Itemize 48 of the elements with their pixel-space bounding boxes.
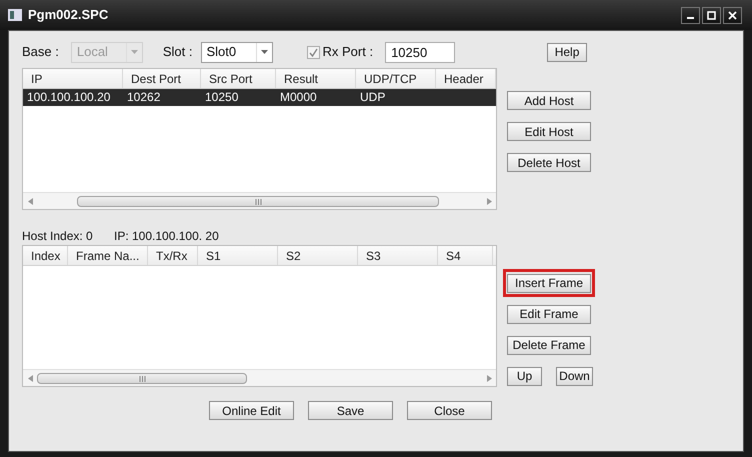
column-header[interactable]: S1 (198, 246, 278, 265)
host-button[interactable]: Delete Host (507, 153, 591, 172)
column-header[interactable]: S2 (278, 246, 358, 265)
base-label: Base : (22, 43, 59, 62)
host-ip-label: IP: 100.100.100. 20 (114, 229, 219, 243)
horizontal-scrollbar[interactable] (23, 192, 496, 209)
horizontal-scrollbar[interactable] (23, 369, 496, 386)
column-header[interactable]: Dest Port (123, 69, 201, 88)
table-row[interactable]: 100.100.100.20 10262 10250 M0000 UDP (23, 89, 496, 106)
frame-button[interactable]: Delete Frame (507, 336, 591, 354)
host-button[interactable]: Add Host (507, 91, 591, 110)
column-header[interactable]: Header (436, 69, 496, 88)
column-header[interactable]: Index (23, 246, 68, 265)
maximize-icon[interactable] (702, 6, 721, 24)
table-cell-text: M0000 (279, 89, 318, 106)
table-cell-text: 10250 (204, 89, 240, 106)
frame-button[interactable]: Insert Frame (507, 274, 591, 292)
rx-port-label: Rx Port : (322, 43, 374, 62)
minimize-icon[interactable] (681, 6, 700, 24)
window-title: Pgm002.SPC (28, 6, 108, 24)
table-cell-text: 100.100.100.20 (26, 89, 112, 106)
footer-button[interactable]: Save (308, 401, 393, 420)
column-header[interactable]: IP (23, 69, 123, 88)
slot-label: Slot : (162, 43, 192, 62)
column-header[interactable]: Src Port (201, 69, 276, 88)
frame-button[interactable]: Edit Frame (507, 304, 591, 324)
footer-button[interactable]: Close (407, 401, 492, 420)
host-index-label: Host Index: 0 (22, 229, 93, 243)
column-header[interactable]: S4 (438, 246, 493, 265)
rx-port-checkbox[interactable] (307, 46, 320, 58)
move-button[interactable]: Up (507, 366, 542, 386)
column-header[interactable]: S3 (358, 246, 438, 265)
column-header[interactable]: UDP/TCP (356, 69, 436, 88)
column-header[interactable]: Frame Na... (68, 246, 148, 265)
scroll-thumb[interactable] (37, 373, 247, 384)
help-button[interactable]: Help (547, 42, 588, 62)
table-cell-text: 10262 (126, 89, 162, 106)
host-button[interactable]: Edit Host (507, 122, 591, 141)
app-icon (8, 9, 22, 21)
close-icon[interactable] (723, 6, 742, 24)
footer-button[interactable]: Online Edit (209, 401, 294, 420)
column-header[interactable]: Tx/Rx (148, 246, 198, 265)
scroll-thumb[interactable] (77, 196, 439, 207)
table-cell-text: UDP (359, 89, 386, 106)
slot-dropdown[interactable]: Slot0 (201, 42, 274, 62)
column-header[interactable]: Result (276, 69, 356, 88)
rx-port-field[interactable]: 10250 (385, 42, 456, 62)
move-button[interactable]: Down (556, 366, 593, 386)
